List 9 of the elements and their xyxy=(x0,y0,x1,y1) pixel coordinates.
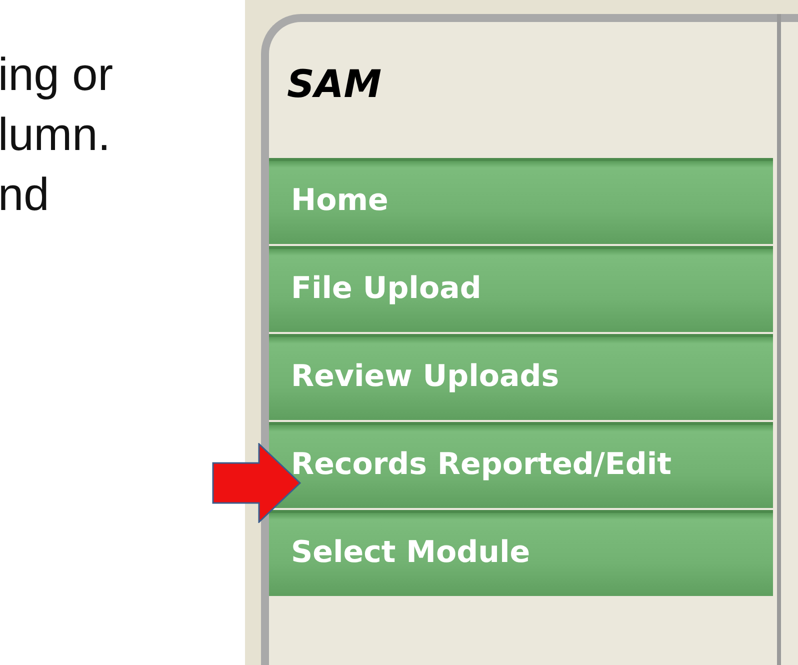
menu-item[interactable]: Review Uploads xyxy=(269,334,773,420)
menu-item[interactable]: Records Reported/Edit xyxy=(269,422,773,508)
app-title: SAM xyxy=(286,62,382,106)
menu-item[interactable]: Home xyxy=(269,158,773,244)
menu-item[interactable]: Select Module xyxy=(269,510,773,596)
slide-text: ing or xyxy=(0,47,114,102)
slide-text: lumn. xyxy=(0,107,110,162)
slide-text: nd xyxy=(0,167,50,222)
menu-item[interactable]: File Upload xyxy=(269,246,773,332)
